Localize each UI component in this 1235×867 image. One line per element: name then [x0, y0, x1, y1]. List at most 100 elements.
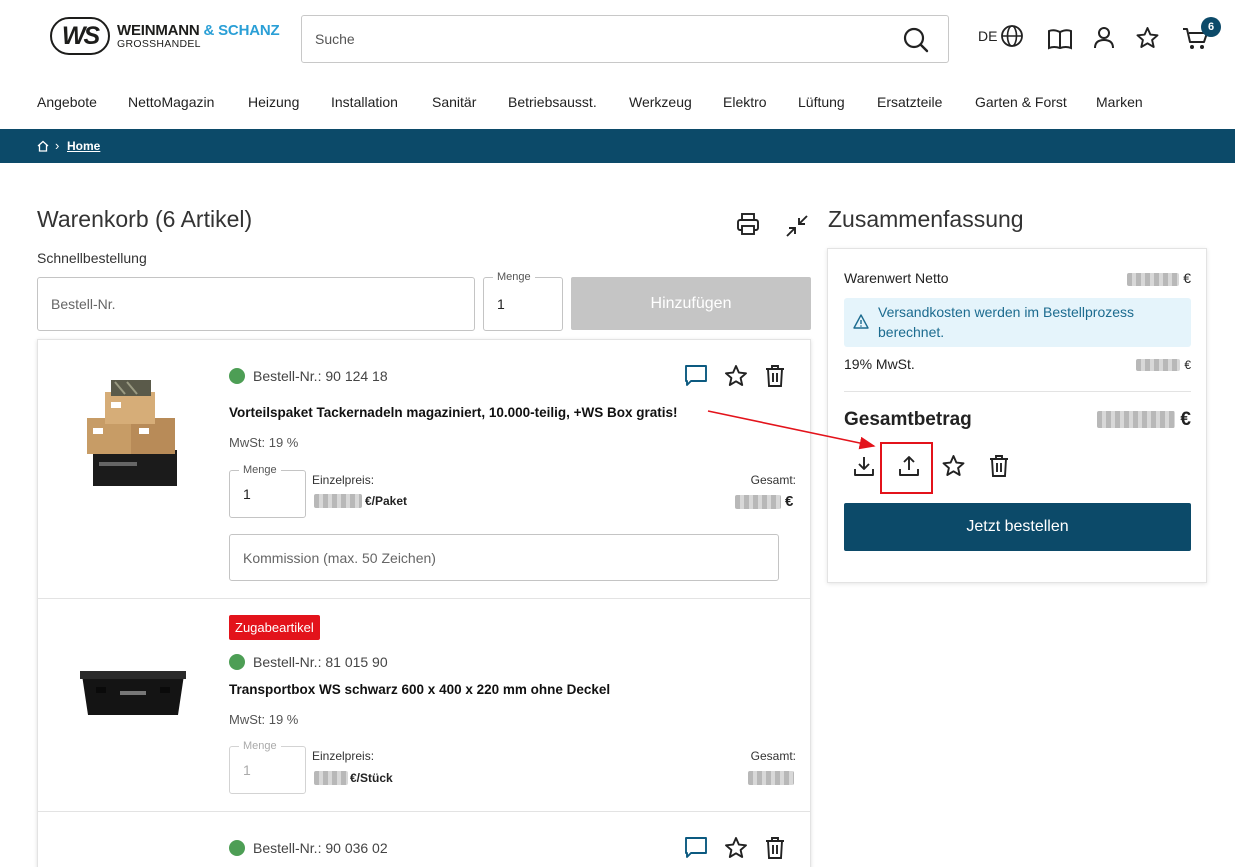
logo[interactable]: WS WEINMANN & SCHANZ GROSSHANDEL [50, 17, 280, 55]
grand-total-redacted [1097, 411, 1176, 429]
item-quantity-field: Menge 1 [229, 740, 306, 794]
net-value-row: Warenwert Netto € [844, 270, 1191, 286]
breadcrumb: › Home [0, 129, 1235, 163]
order-number: Bestell-Nr.: 90 124 18 [253, 368, 388, 384]
total-redacted [748, 771, 794, 785]
nav-item-heizung[interactable]: Heizung [248, 94, 299, 110]
price-redacted [314, 771, 348, 785]
breadcrumb-home-link[interactable]: Home [67, 139, 100, 153]
product-image-staples-package [87, 380, 177, 486]
search-icon[interactable] [902, 26, 930, 54]
favorite-star-icon[interactable] [724, 364, 748, 388]
favorite-star-icon[interactable] [724, 836, 748, 860]
unit-price-suffix: €/Paket [365, 494, 408, 508]
nav-item-ersatzteile[interactable]: Ersatzteile [877, 94, 942, 110]
nav-item-nettomagazin[interactable]: NettoMagazin [128, 94, 214, 110]
logo-subtitle: GROSSHANDEL [117, 37, 201, 50]
shipping-info-text: Versandkosten werden im Bestellprozess b… [878, 304, 1135, 340]
nav-item-betriebsausstattung[interactable]: Betriebsausst. [508, 94, 597, 110]
item-quantity-field[interactable]: Menge 1 [229, 464, 306, 518]
summary-title: Zusammenfassung [828, 206, 1024, 232]
product-image-transport-box [80, 671, 186, 715]
save-favorite-star-icon[interactable] [941, 454, 966, 478]
favorites-star-icon[interactable] [1135, 26, 1160, 50]
language-code: DE [978, 28, 998, 44]
nav-item-lueftung[interactable]: Lüftung [798, 94, 845, 110]
print-icon[interactable] [736, 212, 760, 236]
logo-mark: WS [50, 17, 110, 55]
bonus-item-badge: Zugabeartikel [229, 615, 320, 640]
language-switch[interactable]: DE [978, 24, 1024, 48]
nav-item-marken[interactable]: Marken [1096, 94, 1143, 110]
cart-title: Warenkorb (6 Artikel) [37, 206, 253, 232]
total-label: Gesamt: [750, 749, 796, 763]
nav-item-sanitaer[interactable]: Sanitär [432, 94, 476, 110]
price-redacted [314, 494, 362, 508]
quantity-label: Menge [239, 464, 281, 476]
quantity-label: Menge [493, 271, 535, 283]
quantity-value: 1 [243, 486, 251, 502]
vat-info: MwSt: 19 % [229, 712, 299, 727]
vat-row: 19% MwSt. € [844, 356, 1191, 372]
catalog-book-icon[interactable] [1047, 28, 1073, 50]
order-number-input[interactable] [37, 277, 475, 331]
clear-cart-trash-icon[interactable] [988, 454, 1010, 478]
warning-icon [853, 314, 869, 329]
unit-price: €/Stück [314, 771, 393, 785]
net-value-label: Warenwert Netto [844, 270, 949, 286]
quantity-label: Menge [239, 740, 281, 752]
user-account-icon[interactable] [1093, 26, 1115, 50]
item-total [748, 771, 794, 785]
commission-input[interactable] [229, 534, 779, 581]
nav-item-installation[interactable]: Installation [331, 94, 398, 110]
grand-total-label: Gesamtbetrag [844, 409, 972, 430]
cart-item: Bestell-Nr.: 90 124 18 Vorteilspaket Tac… [38, 340, 810, 599]
collapse-icon[interactable] [785, 214, 809, 238]
header-actions: DE [978, 24, 1024, 48]
cart-item-list: Bestell-Nr.: 90 124 18 Vorteilspaket Tac… [37, 339, 811, 867]
net-value-redacted [1127, 272, 1180, 286]
nav-item-angebote[interactable]: Angebote [37, 94, 97, 110]
quick-order-quantity-field[interactable]: Menge 1 [483, 271, 563, 331]
nav-item-garten-forst[interactable]: Garten & Forst [975, 94, 1067, 110]
grand-total-currency: € [1180, 409, 1191, 430]
nav-item-werkzeug[interactable]: Werkzeug [629, 94, 692, 110]
nav-item-elektro[interactable]: Elektro [723, 94, 767, 110]
logo-name: WEINMANN [117, 21, 200, 39]
download-icon[interactable] [852, 454, 876, 478]
breadcrumb-separator-icon: › [55, 138, 60, 153]
stock-status-indicator [229, 654, 245, 670]
unit-price-suffix: €/Stück [350, 771, 393, 785]
highlight-box [880, 442, 933, 494]
quantity-value: 1 [243, 762, 251, 778]
total-redacted [735, 494, 781, 509]
total-label: Gesamt: [750, 473, 796, 487]
cart-item: Zugabeartikel Bestell-Nr.: 81 015 90 Tra… [38, 599, 810, 812]
unit-price: €/Paket [314, 494, 407, 508]
quick-order-label: Schnellbestellung [37, 250, 147, 266]
shipping-info-box: Versandkosten werden im Bestellprozess b… [844, 298, 1191, 347]
vat-info: MwSt: 19 % [229, 435, 299, 450]
comment-icon[interactable] [684, 836, 708, 860]
unit-price-label: Einzelpreis: [312, 749, 375, 763]
search-bar [301, 15, 949, 63]
order-number: Bestell-Nr.: 81 015 90 [253, 654, 388, 670]
grand-total-row: Gesamtbetrag € [844, 409, 1191, 431]
unit-price-label: Einzelpreis: [312, 473, 375, 487]
product-name[interactable]: Transportbox WS schwarz 600 x 400 x 220 … [229, 682, 610, 697]
add-button[interactable]: Hinzufügen [571, 277, 811, 330]
search-input[interactable] [302, 16, 862, 62]
vat-currency: € [1184, 358, 1191, 372]
summary-divider [844, 391, 1191, 392]
stock-status-indicator [229, 368, 245, 384]
place-order-button[interactable]: Jetzt bestellen [844, 503, 1191, 551]
logo-amp: & SCHANZ [203, 21, 280, 39]
order-number: Bestell-Nr.: 90 036 02 [253, 840, 388, 856]
stock-status-indicator [229, 840, 245, 856]
vat-redacted [1136, 359, 1181, 372]
trash-icon[interactable] [764, 836, 786, 860]
home-icon[interactable] [37, 140, 49, 152]
trash-icon[interactable] [764, 364, 786, 388]
product-name[interactable]: Vorteilspaket Tackernadeln magaziniert, … [229, 405, 678, 420]
comment-icon[interactable] [684, 364, 708, 388]
